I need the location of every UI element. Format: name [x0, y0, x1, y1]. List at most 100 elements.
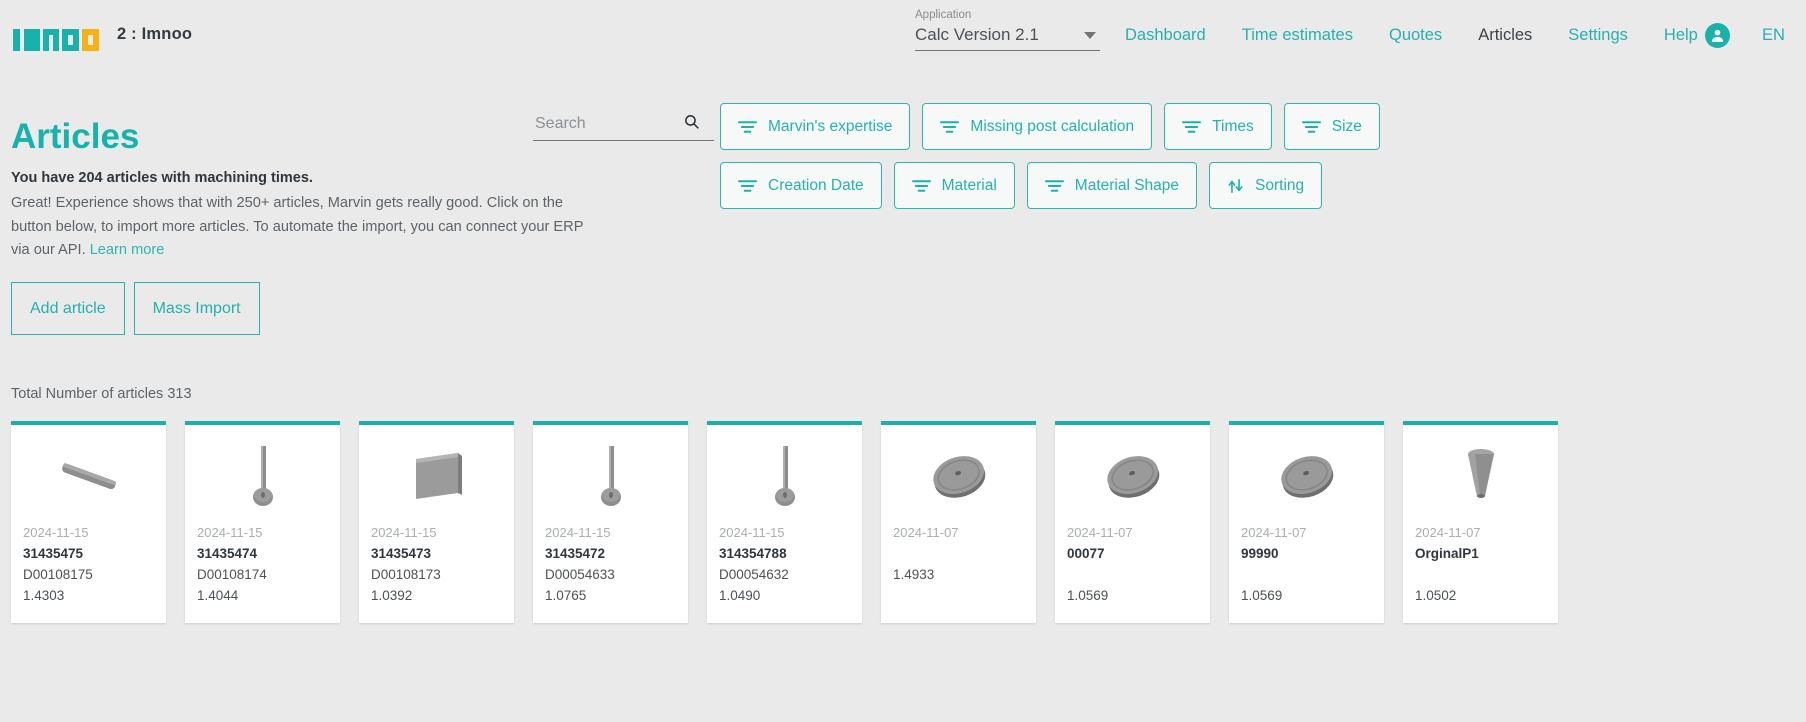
application-select-value: Calc Version 2.1 — [915, 25, 1039, 44]
application-select[interactable]: Application Calc Version 2.1 — [915, 8, 1100, 51]
article-thumbnail-rod — [11, 429, 166, 522]
article-card-material: 1.0502 — [1415, 588, 1457, 603]
language-switcher[interactable]: EN — [1762, 26, 1785, 45]
article-card-date: 2024-11-07 — [1241, 525, 1307, 540]
article-card[interactable]: 2024-11-15 31435473 D00108173 1.0392 — [359, 421, 514, 623]
article-card-material: 1.0569 — [1241, 588, 1283, 603]
article-card-drawing: D00108173 — [371, 567, 441, 582]
filter-chip-missing-post-calculation[interactable]: Missing post calculation — [922, 103, 1153, 150]
article-card-date: 2024-11-15 — [545, 525, 611, 540]
main-nav: Dashboard Time estimates Quotes Articles… — [1125, 26, 1734, 45]
article-thumbnail-pin — [707, 429, 862, 522]
article-card-grid: 2024-11-15 31435475 D00108175 1.4303 202… — [11, 421, 1558, 623]
article-card-date: 2024-11-15 — [23, 525, 89, 540]
filter-chip-material[interactable]: Material — [893, 162, 1015, 209]
article-thumbnail-disc — [881, 429, 1036, 522]
filter-chip-row: Marvin's expertise Missing post calculat… — [720, 103, 1500, 221]
article-card-id: 31435474 — [197, 546, 258, 561]
filter-chip-label: Material Shape — [1074, 176, 1180, 194]
article-card-date: 2024-11-15 — [197, 525, 263, 540]
article-card[interactable]: 2024-11-15 31435474 D00108174 1.4044 — [185, 421, 340, 623]
article-card[interactable]: 2024-11-15 31435475 D00108175 1.4303 — [11, 421, 166, 623]
filter-icon — [940, 120, 960, 134]
article-card-id: 31435475 — [23, 546, 84, 561]
article-thumbnail-disc — [1055, 429, 1210, 522]
article-card-date: 2024-11-15 — [371, 525, 437, 540]
tenant-label: 2 : Imnoo — [117, 24, 193, 43]
article-card-drawing: D00108175 — [23, 567, 93, 582]
article-card-material: 1.4933 — [893, 567, 935, 582]
article-card-material: 1.0765 — [545, 588, 587, 603]
nav-item-dashboard[interactable]: Dashboard — [1125, 26, 1206, 45]
filter-chip-label: Material — [941, 176, 997, 194]
nav-item-articles[interactable]: Articles — [1478, 26, 1532, 45]
filter-chip-label: Size — [1331, 117, 1362, 135]
total-articles-label: Total Number of articles 313 — [11, 386, 192, 402]
imnoo-logo-icon — [13, 17, 105, 51]
application-select-label: Application — [915, 9, 972, 21]
article-card-date: 2024-11-07 — [1415, 525, 1481, 540]
filter-chip-creation-date[interactable]: Creation Date — [720, 162, 882, 209]
article-card-material: 1.0569 — [1067, 588, 1109, 603]
article-card-date: 2024-11-15 — [719, 525, 785, 540]
article-card-date: 2024-11-07 — [1067, 525, 1133, 540]
article-card-id: 99990 — [1241, 546, 1279, 561]
article-thumbnail-pin — [185, 429, 340, 522]
filter-icon — [911, 179, 931, 193]
nav-item-help[interactable]: Help — [1664, 26, 1698, 45]
article-card[interactable]: 2024-11-07 OrginalP1 1.0502 — [1403, 421, 1558, 623]
intro-paragraph: Great! Experience shows that with 250+ a… — [11, 192, 586, 263]
article-card-id: 31435472 — [545, 546, 606, 561]
filter-chip-sorting[interactable]: Sorting — [1209, 162, 1323, 209]
app-header: 2 : Imnoo Application Calc Version 2.1 D… — [0, 0, 1806, 68]
filter-chip-label: Sorting — [1255, 176, 1305, 194]
articles-page: 2 : Imnoo Application Calc Version 2.1 D… — [0, 0, 1806, 722]
page-title: Articles — [11, 117, 140, 156]
articles-count-lead: You have 204 articles with machining tim… — [11, 170, 313, 186]
article-card-id: OrginalP1 — [1415, 546, 1479, 561]
learn-more-link[interactable]: Learn more — [90, 242, 165, 258]
nav-item-quotes[interactable]: Quotes — [1389, 26, 1442, 45]
article-card[interactable]: 2024-11-15 314354788 D00054632 1.0490 — [707, 421, 862, 623]
article-thumbnail-disc — [1229, 429, 1384, 522]
nav-item-time-estimates[interactable]: Time estimates — [1242, 26, 1353, 45]
filter-chip-marvins-expertise[interactable]: Marvin's expertise — [720, 103, 911, 150]
article-card-id: 00077 — [1067, 546, 1105, 561]
article-thumbnail-cone — [1403, 429, 1558, 522]
article-card-drawing: D00054632 — [719, 567, 789, 582]
filter-icon — [1044, 179, 1064, 193]
filter-chip-material-shape[interactable]: Material Shape — [1026, 162, 1198, 209]
brand[interactable]: 2 : Imnoo — [13, 17, 192, 51]
article-card-material: 1.0392 — [371, 588, 413, 603]
article-actions: Add article Mass Import — [11, 282, 269, 335]
article-card-date: 2024-11-07 — [893, 525, 959, 540]
article-card-material: 1.4303 — [23, 588, 65, 603]
article-card[interactable]: 2024-11-07 99990 1.0569 — [1229, 421, 1384, 623]
article-card-drawing: D00054633 — [545, 567, 615, 582]
article-card[interactable]: 2024-11-07 00077 1.0569 — [1055, 421, 1210, 623]
filter-chip-times[interactable]: Times — [1164, 103, 1272, 150]
article-card[interactable]: 2024-11-07 1.4933 — [881, 421, 1036, 623]
nav-item-settings[interactable]: Settings — [1568, 26, 1628, 45]
article-thumbnail-pin — [533, 429, 688, 522]
article-thumbnail-plate — [359, 429, 514, 522]
sort-arrows-icon — [1227, 178, 1244, 194]
filter-icon — [1182, 120, 1202, 134]
search-input[interactable] — [533, 114, 683, 134]
article-card-material: 1.0490 — [719, 588, 761, 603]
filter-chip-label: Times — [1212, 117, 1254, 135]
chevron-down-icon[interactable] — [1084, 31, 1096, 39]
mass-import-button[interactable]: Mass Import — [133, 282, 260, 335]
article-card-id: 314354788 — [719, 546, 787, 561]
search-icon[interactable] — [683, 113, 700, 135]
add-article-button[interactable]: Add article — [11, 282, 125, 335]
search-field[interactable] — [533, 113, 714, 141]
filter-chip-size[interactable]: Size — [1283, 103, 1380, 150]
article-card-material: 1.4044 — [197, 588, 239, 603]
filter-icon — [738, 120, 757, 134]
filter-icon — [1301, 120, 1321, 134]
filter-chip-label: Creation Date — [768, 176, 864, 194]
article-card[interactable]: 2024-11-15 31435472 D00054633 1.0765 — [533, 421, 688, 623]
user-avatar-icon[interactable] — [1705, 23, 1730, 48]
article-card-drawing: D00108174 — [197, 567, 267, 582]
